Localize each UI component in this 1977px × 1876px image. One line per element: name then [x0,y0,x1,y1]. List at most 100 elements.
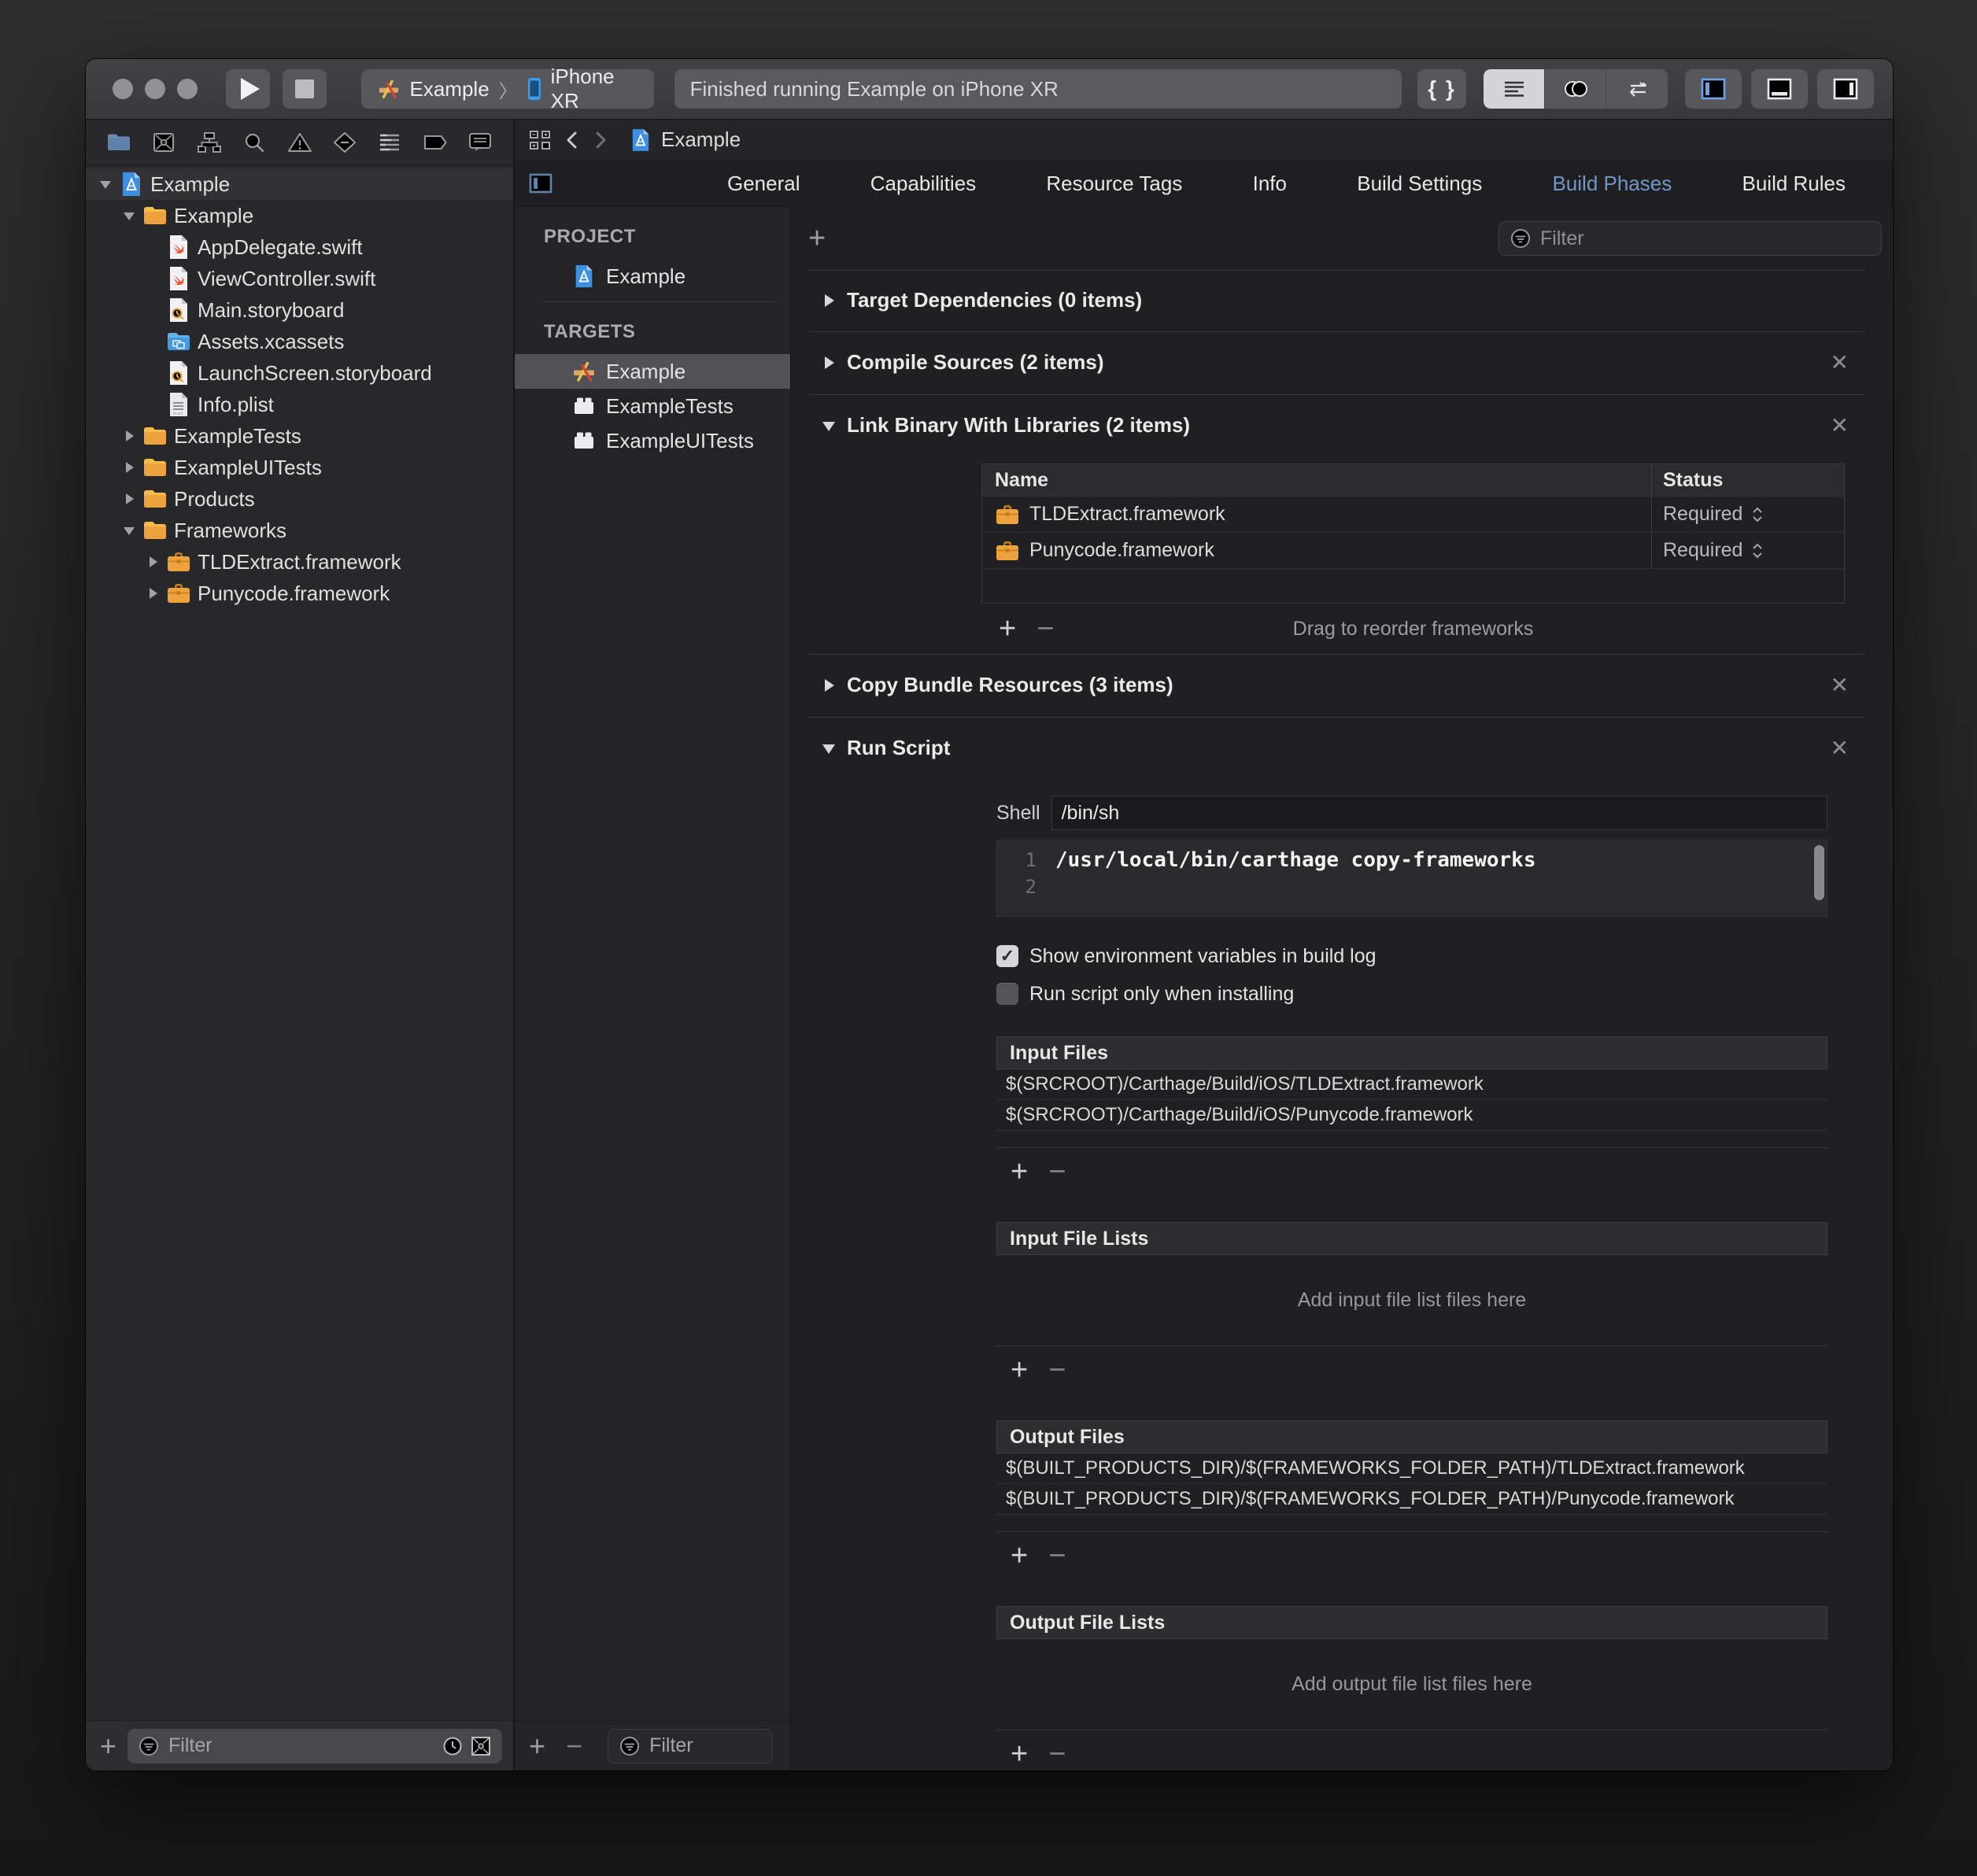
tab-capabilities[interactable]: Capabilities [870,172,976,196]
zoom-window-button[interactable] [177,79,198,99]
navigator-tab-project[interactable] [103,127,135,158]
remove-file-button[interactable]: − [1048,1155,1066,1189]
phases-filter-input[interactable]: Filter [1498,221,1882,256]
tree-item-main-storyboard[interactable]: Main.storyboard [86,294,513,326]
navigator-tab-find[interactable] [238,127,270,158]
navigator-tab-source-control[interactable] [148,127,179,158]
tree-item-assets-xcassets[interactable]: Assets.xcassets [86,326,513,357]
framework-row[interactable]: Punycode.frameworkRequired [982,532,1844,568]
navigator-filter-input[interactable]: Filter [127,1729,502,1763]
framework-status[interactable]: Required [1663,503,1742,526]
section-header-compile-sources[interactable]: Compile Sources (2 items)✕ [791,332,1893,394]
tree-item-example[interactable]: Example [86,200,513,231]
disclosure-collapsed-icon[interactable] [120,459,138,476]
checkbox-unchecked[interactable] [996,983,1018,1005]
tree-item-tldextract-framework[interactable]: TLDExtract.framework [86,546,513,578]
tab-resource-tags[interactable]: Resource Tags [1046,172,1182,196]
section-expanded-icon[interactable] [820,417,837,434]
tree-item-products[interactable]: Products [86,483,513,515]
tab-build-phases[interactable]: Build Phases [1552,172,1672,196]
navigator-tab-debug[interactable] [374,127,405,158]
section-header-target-dependencies[interactable]: Target Dependencies (0 items) [791,271,1893,331]
navigator-tab-test[interactable] [329,127,360,158]
section-collapsed-icon[interactable] [820,677,837,694]
close-section-icon[interactable]: ✕ [1831,735,1849,761]
targets-pane-toggle-icon[interactable] [527,171,554,196]
target-item-exampletests[interactable]: ExampleTests [515,389,790,423]
scm-status-icon[interactable] [469,1734,493,1758]
tab-general[interactable]: General [727,172,800,196]
assistant-editor-button[interactable] [1545,69,1606,109]
file-path-row[interactable]: $(SRCROOT)/Carthage/Build/iOS/TLDExtract… [996,1069,1827,1100]
script-code-editor[interactable]: 1 /usr/local/bin/carthage copy-framework… [996,840,1827,917]
project-item[interactable]: Example [515,259,790,294]
disclosure-expanded-icon[interactable] [97,175,114,193]
stepper-icon[interactable] [1750,539,1765,563]
tree-item-punycode-framework[interactable]: Punycode.framework [86,578,513,609]
disclosure-collapsed-icon[interactable] [144,585,161,602]
tree-item-viewcontroller-swift[interactable]: ViewController.swift [86,263,513,294]
clock-icon[interactable] [441,1734,464,1758]
code-review-button[interactable]: { } [1417,69,1466,109]
add-file-button[interactable]: + [1011,1738,1028,1771]
section-header-copy-bundle-resources[interactable]: Copy Bundle Resources (3 items)✕ [791,655,1893,717]
toggle-navigator-button[interactable] [1685,69,1742,109]
framework-row[interactable]: TLDExtract.frameworkRequired [982,496,1844,532]
tab-build-rules[interactable]: Build Rules [1742,172,1846,196]
close-section-icon[interactable]: ✕ [1831,349,1849,375]
remove-file-button[interactable]: − [1048,1738,1066,1771]
minus-icon[interactable]: − [566,1732,582,1760]
forward-chevron-icon[interactable] [592,128,609,152]
back-chevron-icon[interactable] [564,128,581,152]
navigator-tab-issue[interactable] [284,127,316,158]
related-items-icon[interactable] [527,128,552,152]
tree-item-info-plist[interactable]: PLISTInfo.plist [86,389,513,420]
column-header-name[interactable]: Name [982,469,1651,492]
target-item-exampleuitests[interactable]: ExampleUITests [515,423,790,458]
toggle-debug-area-button[interactable] [1751,69,1808,109]
add-file-button[interactable]: + [1011,1539,1028,1573]
tree-item-frameworks[interactable]: Frameworks [86,515,513,546]
jumpbar-file-label[interactable]: Example [661,127,741,152]
remove-file-button[interactable]: − [1048,1539,1066,1573]
checkbox-checked[interactable]: ✓ [996,945,1018,967]
disclosure-collapsed-icon[interactable] [144,553,161,571]
tree-item-example[interactable]: Example [86,168,513,200]
tab-build-settings[interactable]: Build Settings [1357,172,1482,196]
close-window-button[interactable] [113,79,133,99]
disclosure-expanded-icon[interactable] [120,522,138,539]
navigator-tab-symbol[interactable] [194,127,225,158]
disclosure-expanded-icon[interactable] [120,207,138,224]
add-file-button[interactable]: + [1011,1353,1028,1387]
minimize-window-button[interactable] [145,79,165,99]
close-section-icon[interactable]: ✕ [1831,672,1849,698]
target-item-example[interactable]: Example [515,354,790,389]
version-editor-button[interactable] [1606,69,1668,109]
plus-icon[interactable]: + [100,1732,116,1760]
toggle-inspectors-button[interactable] [1817,69,1874,109]
scrollbar-thumb[interactable] [1814,845,1824,900]
tree-item-exampleuitests[interactable]: ExampleUITests [86,452,513,483]
tree-item-appdelegate-swift[interactable]: AppDelegate.swift [86,231,513,263]
disclosure-collapsed-icon[interactable] [120,490,138,508]
tree-item-exampletests[interactable]: ExampleTests [86,420,513,452]
standard-editor-button[interactable] [1484,69,1545,109]
section-header-run-script[interactable]: Run Script✕ [791,718,1893,780]
add-file-button[interactable]: + [1011,1155,1028,1189]
column-header-status[interactable]: Status [1651,464,1844,496]
file-path-row[interactable]: $(SRCROOT)/Carthage/Build/iOS/Punycode.f… [996,1100,1827,1131]
section-header-link-binary-with-libraries[interactable]: Link Binary With Libraries (2 items)✕ [791,395,1893,457]
scheme-selector[interactable]: Example 〉 iPhone XR [361,69,654,109]
section-expanded-icon[interactable] [820,740,837,757]
disclosure-collapsed-icon[interactable] [120,427,138,445]
tree-item-launchscreen-storyboard[interactable]: LaunchScreen.storyboard [86,357,513,389]
remove-file-button[interactable]: − [1048,1353,1066,1387]
add-build-phase-button[interactable]: + [808,223,826,253]
file-path-row[interactable]: $(BUILT_PRODUCTS_DIR)/$(FRAMEWORKS_FOLDE… [996,1484,1827,1515]
run-button[interactable] [226,69,270,109]
plus-icon[interactable]: + [529,1732,545,1760]
section-collapsed-icon[interactable] [820,292,837,309]
shell-input[interactable]: /bin/sh [1051,796,1827,830]
framework-status[interactable]: Required [1663,539,1742,562]
navigator-tab-breakpoint[interactable] [419,127,451,158]
